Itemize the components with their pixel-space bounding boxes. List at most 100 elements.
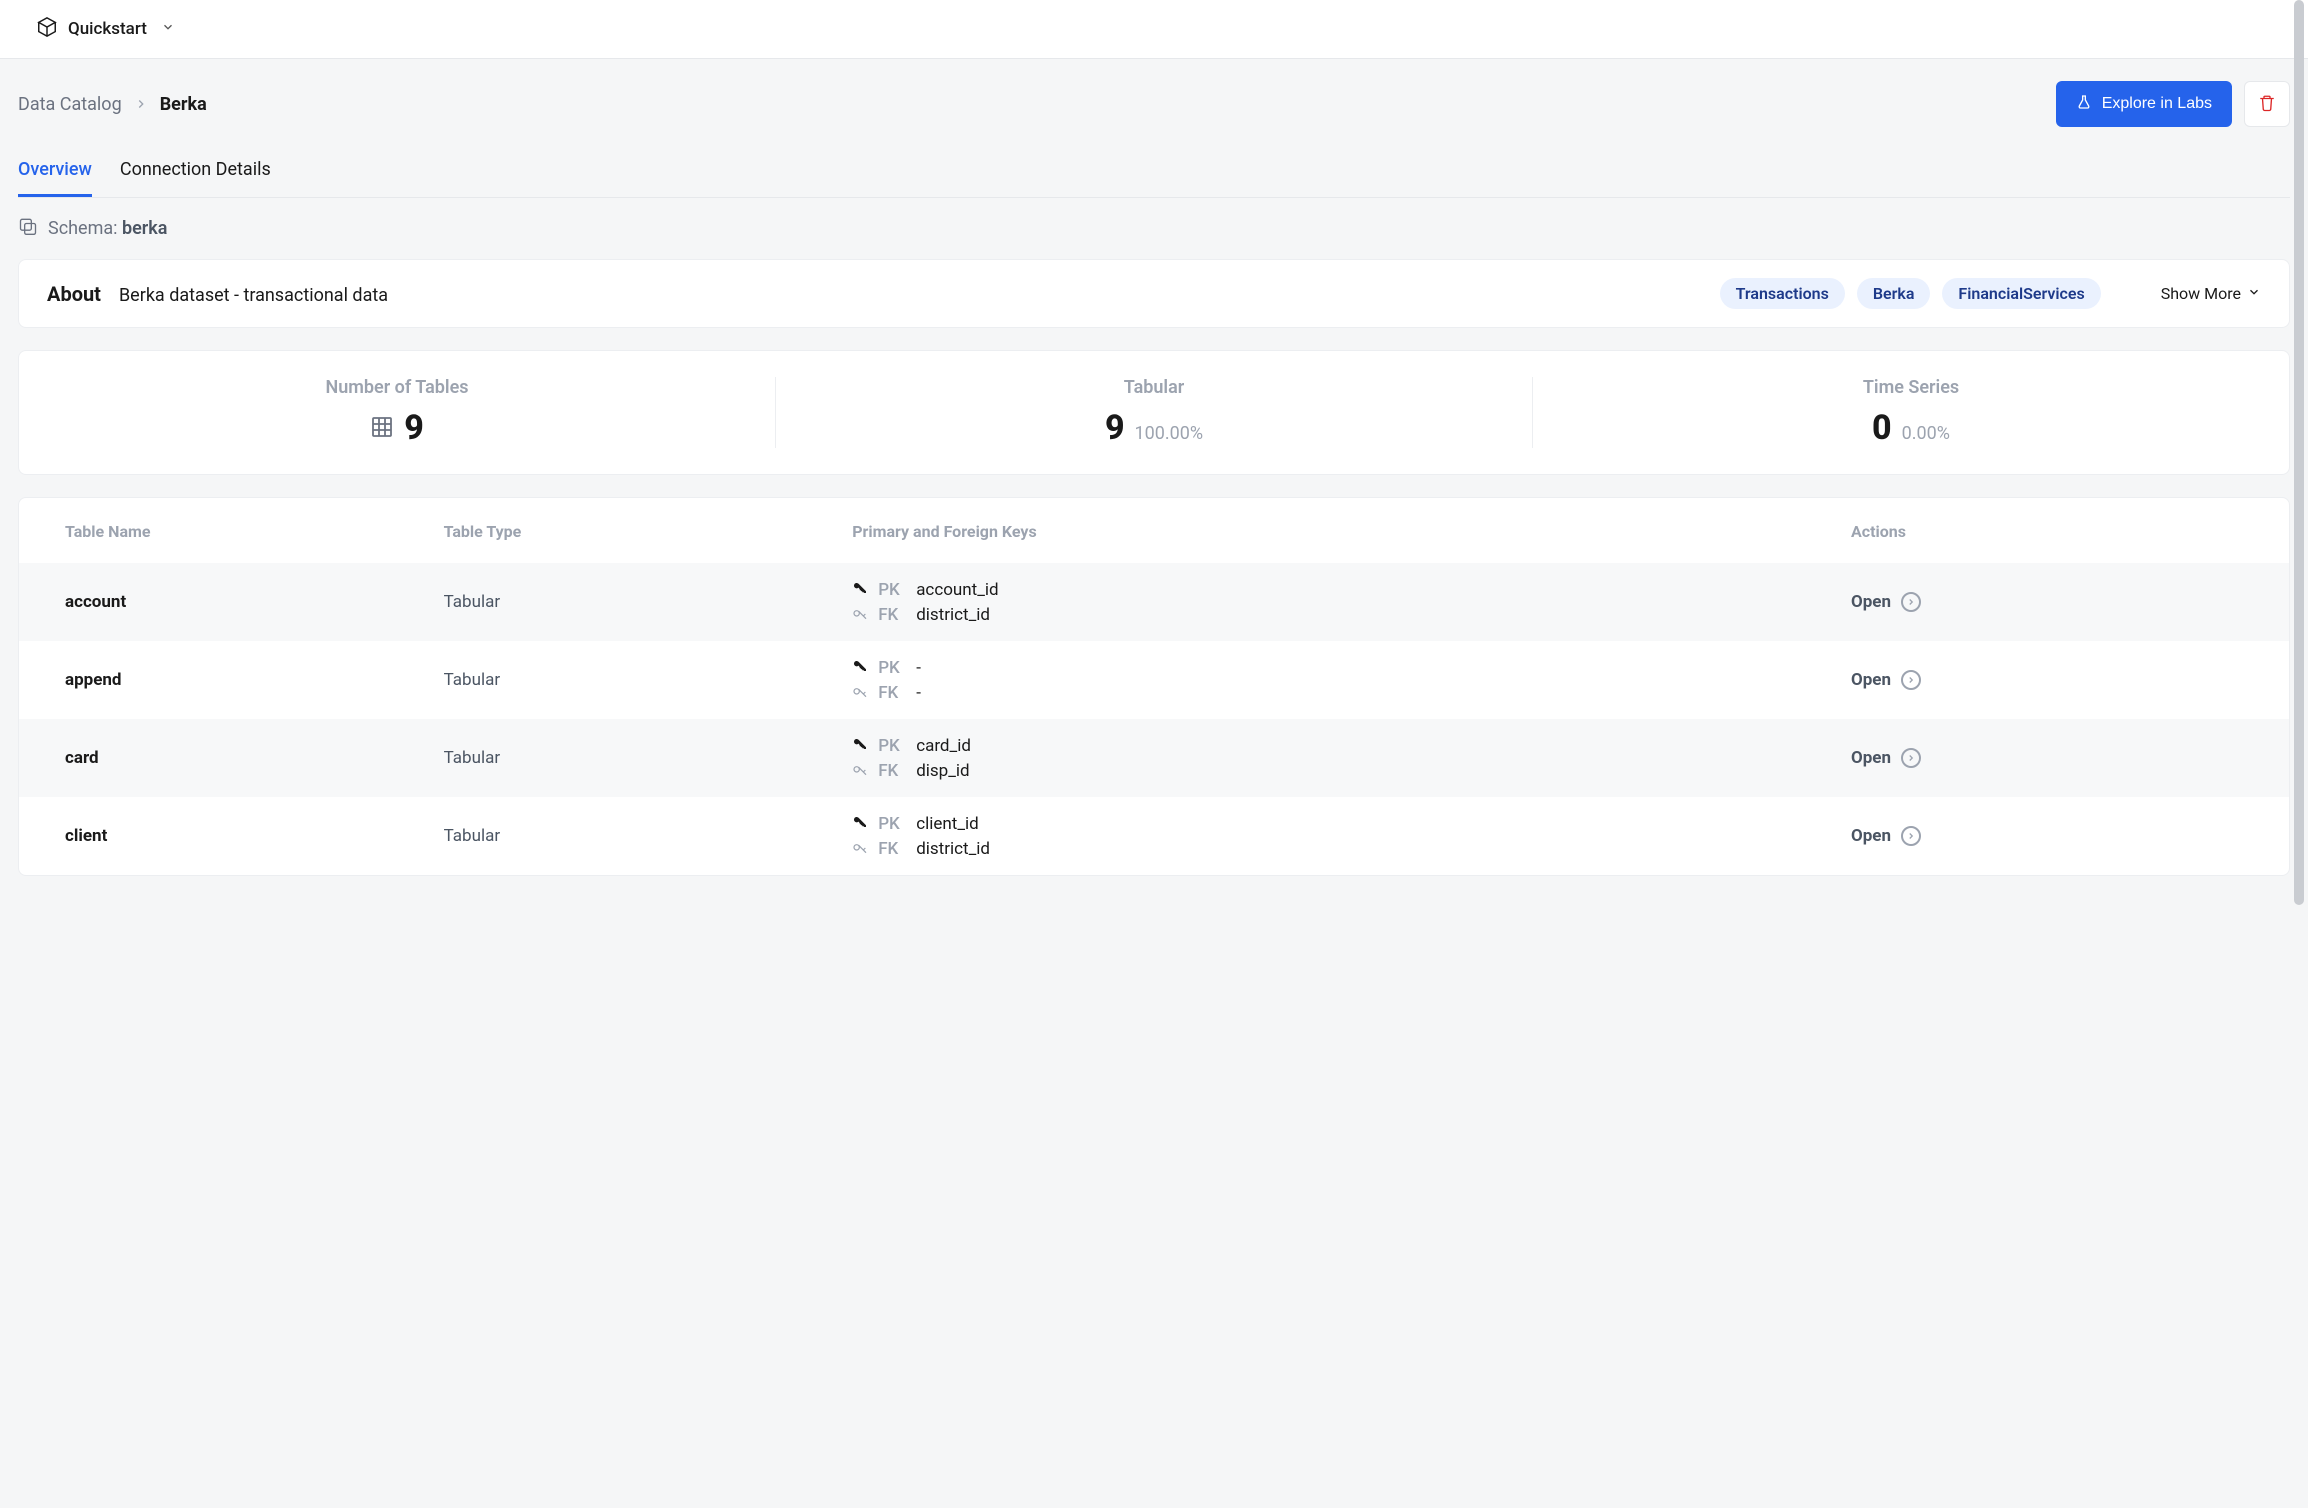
open-label: Open (1851, 826, 1891, 846)
cell-table-type: Tabular (428, 797, 837, 875)
cell-table-name: append (19, 641, 428, 719)
open-label: Open (1851, 748, 1891, 768)
stat-value: 9 (1105, 408, 1125, 448)
cell-keys: PK-FK- (836, 641, 1835, 719)
fk-value: - (916, 683, 921, 703)
cell-actions: Open (1835, 563, 2289, 641)
chevron-right-circle-icon (1901, 748, 1921, 768)
key-icon (852, 735, 868, 756)
cube-icon (36, 16, 58, 42)
open-button[interactable]: Open (1851, 826, 1921, 846)
key-icon (852, 760, 868, 781)
chevron-right-circle-icon (1901, 826, 1921, 846)
tab-bar: Overview Connection Details (18, 149, 2290, 198)
cell-table-name: card (19, 719, 428, 797)
key-icon (852, 604, 868, 625)
explore-in-labs-button[interactable]: Explore in Labs (2056, 81, 2232, 127)
open-button[interactable]: Open (1851, 670, 1921, 690)
cell-table-type: Tabular (428, 719, 837, 797)
pk-label: PK (878, 580, 906, 600)
chevron-right-icon (134, 97, 148, 111)
tab-connection-details[interactable]: Connection Details (120, 149, 271, 197)
scrollbar-thumb[interactable] (2294, 0, 2304, 905)
grid-icon (370, 415, 394, 443)
chevron-down-icon (2247, 284, 2261, 303)
fk-label: FK (878, 605, 906, 625)
fk-label: FK (878, 761, 906, 781)
stat-percentage: 0.00% (1902, 423, 1950, 444)
cell-keys: PKaccount_idFKdistrict_id (836, 563, 1835, 641)
breadcrumb-root[interactable]: Data Catalog (18, 94, 122, 115)
trash-icon (2258, 94, 2276, 115)
th-table-name: Table Name (19, 498, 428, 563)
workspace-selector[interactable]: Quickstart (68, 19, 147, 39)
cell-keys: PK client_id FK district_id (836, 797, 1835, 875)
tag[interactable]: FinancialServices (1942, 278, 2100, 309)
fk-value: district_id (916, 839, 990, 859)
key-icon (852, 579, 868, 600)
about-label: About (47, 282, 101, 306)
pk-label: PK (878, 736, 906, 756)
chevron-right-circle-icon (1901, 670, 1921, 690)
cell-actions: Open (1835, 797, 2289, 875)
cell-table-name: account (19, 563, 428, 641)
tab-overview[interactable]: Overview (18, 149, 92, 197)
th-table-type: Table Type (428, 498, 837, 563)
flask-icon (2076, 94, 2092, 115)
key-icon (852, 682, 868, 703)
cell-actions: Open (1835, 641, 2289, 719)
cell-table-name: client (19, 797, 428, 875)
th-actions: Actions (1835, 498, 2289, 563)
pk-value: card_id (916, 736, 971, 756)
stat-value: 0 (1872, 408, 1892, 448)
explore-in-labs-label: Explore in Labs (2102, 95, 2212, 113)
page-header: Data Catalog Berka Explore in Labs (18, 59, 2290, 149)
table-row: appendTabularPK-FK-Open (19, 641, 2289, 719)
table-row: cardTabular PK card_id FK disp_id Open (19, 719, 2289, 797)
stat-tabular: Tabular 9 100.00% (776, 377, 1533, 448)
cell-actions: Open (1835, 719, 2289, 797)
fk-label: FK (878, 839, 906, 859)
tag[interactable]: Transactions (1720, 278, 1845, 309)
cell-table-type: Tabular (428, 641, 837, 719)
open-button[interactable]: Open (1851, 748, 1921, 768)
pk-label: PK (878, 814, 906, 834)
stat-label: Time Series (1533, 377, 2289, 398)
key-icon (852, 657, 868, 678)
schema-indicator: Schema: berka (18, 198, 2290, 259)
breadcrumb: Data Catalog Berka (18, 94, 207, 115)
stats-card: Number of Tables 9 Tabular 9 100.00% Tim… (18, 350, 2290, 475)
key-icon (852, 838, 868, 859)
fk-value: disp_id (916, 761, 969, 781)
th-keys: Primary and Foreign Keys (836, 498, 1835, 563)
delete-button[interactable] (2244, 81, 2290, 127)
key-icon (852, 813, 868, 834)
about-description: Berka dataset - transactional data (119, 285, 388, 306)
table-row: clientTabular PK client_id FK district_id Ope… (19, 797, 2289, 875)
tag[interactable]: Berka (1857, 278, 1931, 309)
stat-value: 9 (404, 408, 424, 448)
stat-number-of-tables: Number of Tables 9 (19, 377, 776, 448)
breadcrumb-current: Berka (160, 94, 207, 115)
table-row: accountTabularPKaccount_idFKdistrict_idO… (19, 563, 2289, 641)
scrollbar[interactable] (2294, 0, 2306, 1508)
stat-time-series: Time Series 0 0.00% (1533, 377, 2289, 448)
chevron-right-circle-icon (1901, 592, 1921, 612)
open-label: Open (1851, 592, 1891, 612)
show-more-button[interactable]: Show More (2161, 284, 2261, 303)
pk-label: PK (878, 658, 906, 678)
pk-value: client_id (916, 814, 979, 834)
stat-label: Number of Tables (19, 377, 775, 398)
cell-table-type: Tabular (428, 563, 837, 641)
schema-label: Schema: (48, 218, 122, 239)
open-label: Open (1851, 670, 1891, 690)
fk-label: FK (878, 683, 906, 703)
stat-percentage: 100.00% (1135, 423, 1204, 444)
tables-list: Table Name Table Type Primary and Foreig… (19, 498, 2289, 875)
pk-value: account_id (916, 580, 998, 600)
show-more-label: Show More (2161, 284, 2241, 303)
schema-icon (18, 216, 38, 241)
pk-value: - (916, 658, 921, 678)
chevron-down-icon (157, 20, 175, 38)
open-button[interactable]: Open (1851, 592, 1921, 612)
